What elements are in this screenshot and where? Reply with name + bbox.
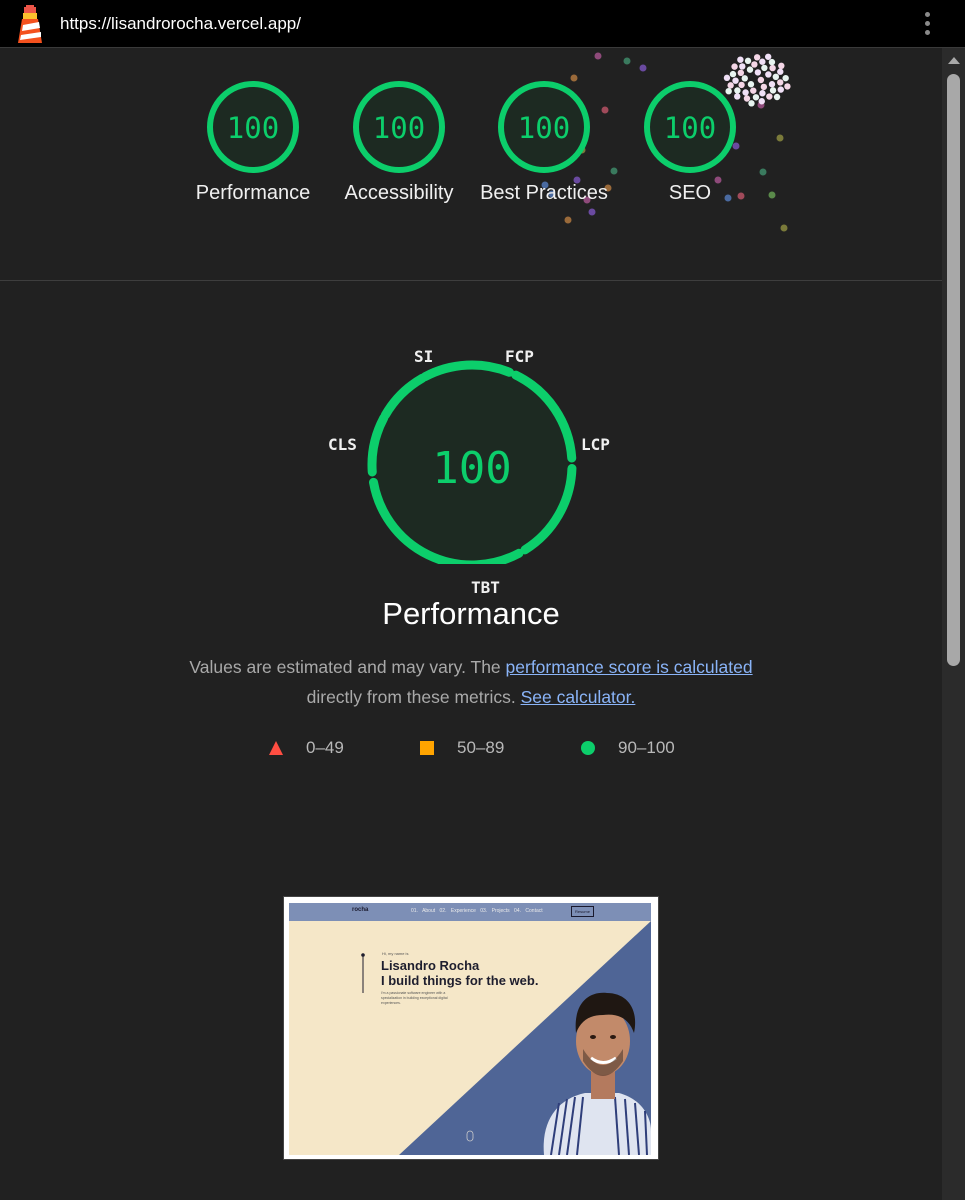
confetti-dot [776,134,784,142]
screenshot-blurb: I'm a passionate software engineer with … [381,991,448,1005]
description-text-2: directly from these metrics. [306,687,521,707]
screenshot-tagline: I build things for the web. [381,973,539,988]
metric-label-fcp: FCP [505,347,534,366]
confetti-dot [731,63,738,70]
legend-pass-label: 90–100 [618,738,675,757]
confetti-dot [777,68,784,75]
confetti-dot [777,79,784,86]
metric-label-si: SI [414,347,434,366]
more-vert-icon[interactable] [918,10,938,38]
legend-fail: 0–49 [268,738,344,758]
category-label: Performance [195,182,311,204]
score-ring-icon: 100 [207,81,299,173]
category-score: 100 [227,111,279,145]
category-gauge-seo[interactable]: 100 SEO [615,78,765,208]
scrollbar-thumb[interactable] [947,74,960,666]
confetti-dot [753,54,761,61]
final-screenshot[interactable]: rocha 01. About 02. Experience 03. Proje… [283,896,659,1160]
see-calculator-link[interactable]: See calculator. [521,687,636,707]
score-ring-icon: 100 [498,81,590,173]
category-gauge-performance[interactable]: 100 Performance [178,78,328,208]
screenshot-navbar: rocha 01. About 02. Experience 03. Proje… [289,903,651,921]
browser-top-bar: https://lisandrorocha.vercel.app/ [0,0,965,48]
performance-score: 100 [432,443,511,494]
confetti-dot [761,64,768,72]
category-score: 100 [373,111,425,145]
legend-fail-label: 0–49 [306,738,344,757]
confetti-dot [772,73,780,81]
confetti-dot [746,66,754,73]
description-text: Values are estimated and may vary. The [189,657,506,677]
category-score: 100 [518,111,570,145]
confetti-dot [768,58,776,66]
confetti-dot [588,208,596,216]
category-label: SEO [668,182,712,204]
category-label: Best Practices [480,182,608,204]
confetti-dot [780,224,788,232]
confetti-dot [769,64,776,72]
lighthouse-logo-icon [18,5,42,43]
confetti-dot [739,63,746,70]
screenshot-resume-button: Resume [571,906,594,917]
confetti-dot [768,81,776,88]
metric-label-tbt: TBT [471,578,500,597]
screenshot-hero: Hi, my name is Lisandro Rocha I build th… [289,921,651,1155]
score-ring-icon: 100 [353,81,445,173]
screenshot-greeting: Hi, my name is [382,951,409,956]
scroll-up-arrow-icon[interactable] [948,57,960,64]
performance-title: Performance [382,596,560,631]
confetti-dot [778,62,785,70]
confetti-dot [784,83,791,90]
confetti-dot [769,87,777,94]
legend-average-label: 50–89 [457,738,505,757]
category-label: Accessibility [344,182,454,204]
legend-average: 50–89 [419,738,504,758]
legend-pass: 90–100 [580,738,675,758]
triangle-icon [269,741,283,755]
score-calculated-link[interactable]: performance score is calculated [506,657,753,677]
page-url: https://lisandrorocha.vercel.app/ [60,14,301,33]
screenshot-name: Lisandro Rocha [381,958,480,973]
category-score: 100 [664,111,716,145]
screenshot-brand: rocha [352,907,369,913]
score-ring-icon: 100 [644,81,736,173]
confetti-dot [744,57,752,65]
section-divider [0,280,942,281]
confetti-dot [754,69,762,76]
confetti-dot [564,216,572,224]
confetti-dot [594,52,602,60]
confetti-dot [768,191,776,199]
category-gauge-accessibility[interactable]: 100 Accessibility [324,78,474,208]
screenshot-nav-links: 01. About 02. Experience 03. Projects 04… [411,908,543,914]
confetti-dot [759,58,766,65]
confetti-dot [639,64,647,72]
confetti-dot [782,74,789,82]
category-gauge-best-practices[interactable]: 100 Best Practices [469,78,619,208]
confetti-dot [764,53,772,60]
confetti-dot [765,71,772,78]
circle-icon [581,741,595,755]
confetti-dot [766,93,773,100]
metric-label-cls: CLS [328,435,357,454]
confetti-dot [623,57,631,65]
confetti-dot [737,56,744,63]
confetti-dot [751,61,758,68]
confetti-dot [737,69,745,76]
confetti-dot [729,70,737,78]
confetti-dot [773,93,781,101]
confetti-dot [777,86,784,93]
performance-gauge: 100 [367,360,577,564]
metric-label-lcp: LCP [581,435,610,454]
square-icon [420,741,434,755]
performance-description: Values are estimated and may vary. The p… [150,652,792,712]
screenshot-hero-art [361,921,651,1155]
